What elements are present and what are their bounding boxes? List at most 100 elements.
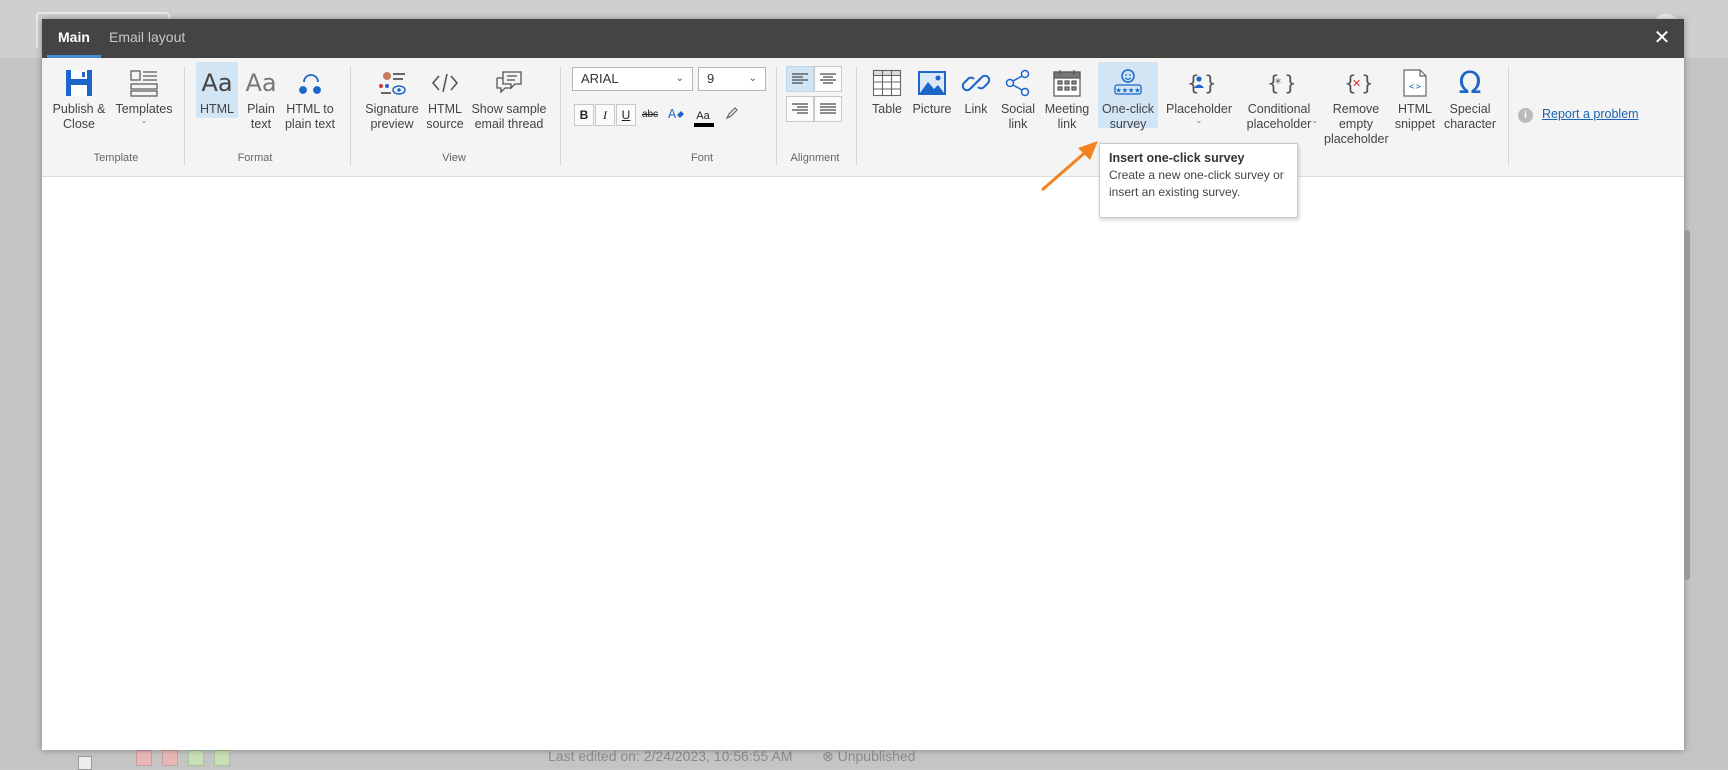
font-size-select[interactable]: 9 ⌄ <box>698 67 766 91</box>
picture-button[interactable]: Picture <box>910 62 954 117</box>
social-link-label: Social link <box>1000 102 1036 131</box>
html-snippet-label: HTML snippet <box>1394 102 1436 131</box>
svg-text:}: } <box>1361 71 1371 95</box>
remove-empty-placeholder-button[interactable]: {}✕ Remove empty placeholder <box>1324 62 1389 147</box>
chevron-down-icon: ⌄ <box>675 73 684 84</box>
templates-button[interactable]: Templates ⌄ <box>112 62 176 125</box>
chat-bubbles-icon <box>471 64 547 102</box>
signature-preview-button[interactable]: Signature preview <box>364 62 420 132</box>
one-click-survey-label: One-click survey <box>1101 102 1155 131</box>
plain-text-button[interactable]: Aa Plain text <box>242 62 280 132</box>
social-link-button[interactable]: Social link <box>998 62 1038 132</box>
editor-canvas[interactable] <box>42 177 1684 750</box>
group-label-view: View <box>442 152 466 164</box>
group-label-alignment: Alignment <box>790 152 840 164</box>
clear-formatting-button[interactable]: A <box>666 104 686 126</box>
show-sample-label: Show sample email thread <box>471 102 547 131</box>
chevron-down-icon: ⌄ <box>1195 116 1203 125</box>
scrollbar[interactable] <box>1684 230 1690 580</box>
divider <box>856 66 857 166</box>
html-format-label: HTML <box>199 102 235 116</box>
group-label-template: Template <box>93 152 139 164</box>
survey-face-icon <box>136 750 152 766</box>
chevron-down-icon: ⌄ <box>140 116 148 125</box>
divider <box>350 66 351 166</box>
calendar-icon <box>1042 64 1092 102</box>
show-sample-thread-button[interactable]: Show sample email thread <box>471 62 547 132</box>
signature-preview-icon <box>364 64 420 102</box>
dialog-titlebar: Main Email layout ✕ <box>42 19 1684 58</box>
align-left-icon <box>792 73 808 84</box>
code-icon <box>422 64 468 102</box>
survey-icon: ★★★★ <box>1098 64 1158 102</box>
html-source-label: HTML source <box>426 102 464 131</box>
picture-icon <box>910 64 954 102</box>
link-icon <box>958 64 994 102</box>
plain-text-label: Plain text <box>247 102 275 131</box>
signature-editor-dialog: Main Email layout ✕ Publish & Close Temp… <box>42 19 1684 750</box>
font-color-swatch <box>694 123 714 127</box>
align-right-button[interactable] <box>786 96 814 122</box>
italic-button[interactable]: I <box>595 104 615 126</box>
share-icon <box>998 64 1038 102</box>
html-source-button[interactable]: HTML source <box>422 62 468 132</box>
font-size-value: 9 <box>707 71 715 86</box>
strikethrough-button[interactable]: abc <box>640 104 660 126</box>
conditional-placeholder-label: Conditional placeholder <box>1246 102 1312 131</box>
align-justify-button[interactable] <box>814 96 842 122</box>
survey-face-icon <box>214 750 230 766</box>
divider <box>776 66 777 166</box>
one-click-survey-button[interactable]: ★★★★ One-click survey <box>1098 62 1158 131</box>
svg-text:✕: ✕ <box>1352 77 1361 90</box>
highlight-button[interactable] <box>722 104 742 126</box>
html-to-plain-label: HTML to plain text <box>284 102 336 131</box>
publish-close-button[interactable]: Publish & Close <box>47 62 111 132</box>
remove-empty-placeholder-label: Remove empty placeholder <box>1324 102 1389 146</box>
font-aa-icon: Aa <box>201 68 233 97</box>
special-character-button[interactable]: Ω Special character <box>1442 62 1498 132</box>
unpublished-status: ⊗ Unpublished <box>822 748 916 764</box>
font-color-button[interactable]: Aa <box>690 104 716 127</box>
close-icon[interactable]: ✕ <box>1650 26 1674 50</box>
align-right-icon <box>792 103 808 114</box>
font-aa-outline-icon: Aa <box>245 68 277 97</box>
group-label-format: Format <box>237 152 273 164</box>
tooltip: Insert one-click survey Create a new one… <box>1099 143 1298 218</box>
tab-main[interactable]: Main <box>47 19 101 58</box>
report-problem-link[interactable]: Report a problem <box>1542 107 1639 121</box>
conditional-placeholder-button[interactable]: {}* Conditional placeholder ⌄ <box>1240 62 1318 132</box>
placeholder-button[interactable]: {} Placeholder ⌄ <box>1164 62 1234 125</box>
tab-email-layout[interactable]: Email layout <box>98 19 196 58</box>
svg-text:★★★★: ★★★★ <box>1115 87 1140 95</box>
link-button[interactable]: Link <box>958 62 994 117</box>
align-left-button[interactable] <box>786 66 814 92</box>
font-family-value: ARIAL <box>581 71 619 86</box>
group-label-font: Font <box>690 152 713 164</box>
x-circle-icon: ⊗ <box>822 748 838 764</box>
align-center-button[interactable] <box>814 66 842 92</box>
special-character-label: Special character <box>1443 102 1497 131</box>
bold-button[interactable]: B <box>574 104 594 126</box>
divider <box>184 66 185 166</box>
html-snippet-button[interactable]: <> HTML snippet <box>1392 62 1438 132</box>
divider <box>1508 66 1509 166</box>
table-button[interactable]: Table <box>868 62 906 117</box>
html-to-plain-text-button[interactable]: HTML to plain text <box>282 62 338 132</box>
templates-label: Templates <box>115 102 173 116</box>
svg-text:A: A <box>668 107 677 121</box>
highlighter-icon <box>725 107 738 120</box>
font-family-select[interactable]: ARIAL ⌄ <box>572 67 693 91</box>
meeting-link-label: Meeting link <box>1044 102 1090 131</box>
tooltip-title: Insert one-click survey <box>1109 151 1245 165</box>
convert-icon <box>282 64 338 102</box>
svg-text:*: * <box>1275 76 1281 90</box>
info-icon: i <box>1518 108 1533 123</box>
divider <box>560 66 561 166</box>
templates-icon <box>112 64 176 102</box>
omega-icon: Ω <box>1458 65 1482 101</box>
conditional-placeholder-icon: {}* <box>1240 64 1318 102</box>
arrow-annotation <box>1041 141 1098 192</box>
underline-button[interactable]: U <box>616 104 636 126</box>
meeting-link-button[interactable]: Meeting link <box>1042 62 1092 132</box>
html-format-button[interactable]: Aa HTML <box>196 62 238 118</box>
